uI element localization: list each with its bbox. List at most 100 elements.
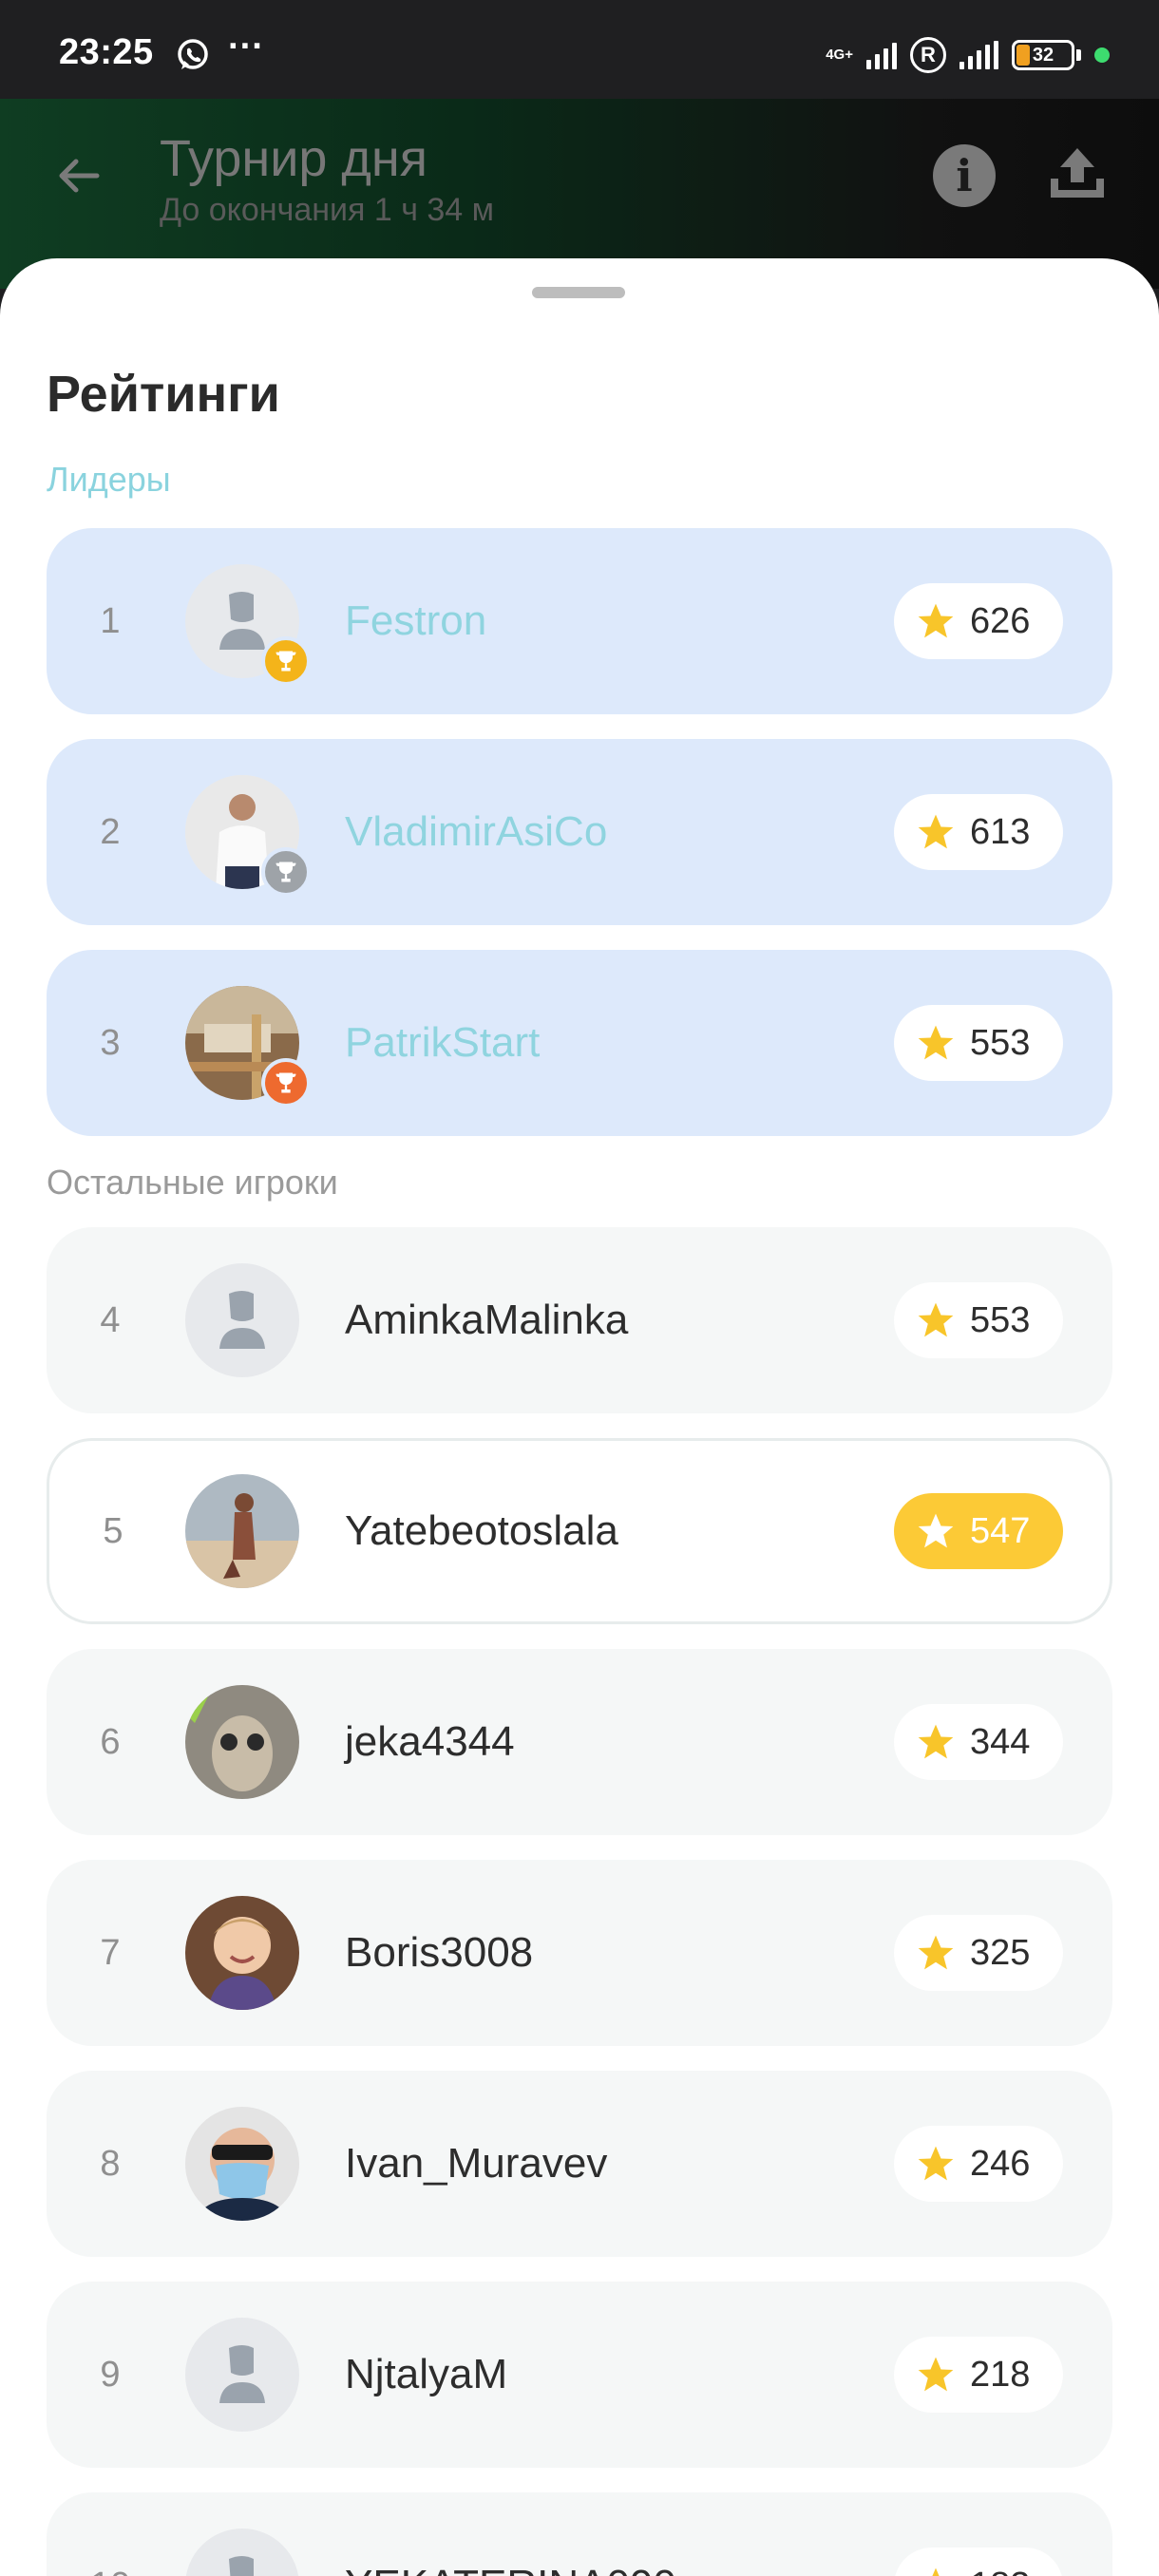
avatar xyxy=(185,1685,299,1799)
leaders-section-label: Лидеры xyxy=(47,460,171,499)
score-badge: 344 xyxy=(894,1704,1063,1780)
battery-level: 32 xyxy=(1032,44,1054,66)
network-type: 4G+ xyxy=(826,47,853,63)
rank-number: 2 xyxy=(100,812,121,852)
status-right-group: 4G+ R 32 xyxy=(826,34,1110,76)
score-badge: 553 xyxy=(894,1005,1063,1081)
avatar-photo xyxy=(185,1685,299,1799)
player-name: Ivan_Muravev xyxy=(345,2140,608,2187)
countdown-subtitle: До окончания 1 ч 34 м xyxy=(160,192,495,228)
star-icon xyxy=(918,1724,954,1759)
current-user-row[interactable]: 5 Yatebeotoslala 547 xyxy=(47,1438,1112,1624)
star-icon xyxy=(918,1025,954,1060)
silver-trophy-icon xyxy=(261,847,311,897)
whatsapp-icon xyxy=(178,39,208,69)
player-name: jeka4344 xyxy=(345,1718,515,1765)
score-value: 547 xyxy=(970,1510,1031,1551)
score-badge: 613 xyxy=(894,794,1063,870)
score-badge-highlighted: 547 xyxy=(894,1493,1063,1569)
player-name: PatrikStart xyxy=(345,1019,541,1066)
player-name: YEKATERINA090 xyxy=(345,2492,676,2576)
score-badge: 553 xyxy=(894,1282,1063,1358)
star-icon xyxy=(918,1935,954,1970)
score-value: 218 xyxy=(970,2354,1031,2395)
score-value: 553 xyxy=(970,1022,1031,1063)
player-row[interactable]: 9 NjtalyaM 218 xyxy=(47,2282,1112,2468)
rank-number: 5 xyxy=(103,1511,124,1551)
player-row[interactable]: 7 Boris3008 325 xyxy=(47,1860,1112,2046)
gold-trophy-icon xyxy=(261,636,311,686)
player-name: NjtalyaM xyxy=(345,2351,508,2397)
avatar xyxy=(185,1474,299,1588)
player-name: Yatebeotoslala xyxy=(345,1507,618,1554)
score-value: 325 xyxy=(970,1932,1031,1973)
score-value: 246 xyxy=(970,2143,1031,2184)
rank-number: 8 xyxy=(100,2144,121,2184)
back-arrow-icon[interactable] xyxy=(55,152,103,199)
status-bar: 23:25 ··· 4G+ R 32 xyxy=(0,0,1159,99)
star-icon xyxy=(932,2567,940,2576)
star-icon xyxy=(918,2146,954,2181)
avatar-photo xyxy=(185,2107,299,2221)
bronze-trophy-icon xyxy=(261,1058,311,1108)
score-value: 626 xyxy=(970,600,1031,641)
sheet-drag-handle[interactable] xyxy=(532,287,625,298)
player-name: VladimirAsiCo xyxy=(345,808,608,855)
score-value: 553 xyxy=(970,1299,1031,1340)
rank-number: 6 xyxy=(100,1722,121,1762)
leader-row[interactable]: 3 PatrikStart 553 xyxy=(47,950,1112,1136)
score-badge: 325 xyxy=(894,1915,1063,1991)
share-upload-icon[interactable] xyxy=(1045,141,1110,205)
rank-number: 10 xyxy=(85,2492,136,2576)
star-icon xyxy=(918,814,954,849)
leader-row[interactable]: 2 VladimirAsiCo 613 xyxy=(47,739,1112,925)
roaming-icon: R xyxy=(910,37,946,73)
player-row[interactable]: 6 jeka4344 344 xyxy=(47,1649,1112,1835)
player-row[interactable]: 8 Ivan_Muravev 246 xyxy=(47,2071,1112,2257)
avatar-placeholder xyxy=(185,2318,299,2432)
user-placeholder-icon xyxy=(229,2556,254,2576)
rank-number: 7 xyxy=(100,1933,121,1973)
user-placeholder-icon xyxy=(219,2345,265,2403)
player-name: Festron xyxy=(345,597,487,644)
avatar-photo xyxy=(185,1896,299,2010)
score-value: 344 xyxy=(970,1721,1031,1762)
rank-number: 4 xyxy=(100,1300,121,1340)
star-icon xyxy=(918,1513,954,1548)
status-time: 23:25 xyxy=(59,32,154,72)
rank-number: 3 xyxy=(100,1023,121,1063)
signal-icon xyxy=(866,41,897,69)
avatar-photo xyxy=(185,1474,299,1588)
avatar-placeholder xyxy=(185,2529,299,2576)
avatar xyxy=(185,1896,299,2010)
score-badge: 183 xyxy=(894,2548,1063,2576)
star-icon xyxy=(918,603,954,638)
score-value: 613 xyxy=(970,811,1031,852)
others-section-label: Остальные игроки xyxy=(47,1163,338,1202)
star-icon xyxy=(918,2357,954,2392)
player-name: AminkaMalinka xyxy=(345,1297,629,1343)
battery-tip xyxy=(1076,49,1081,61)
score-value: 183 xyxy=(970,2566,1030,2576)
rank-number: 1 xyxy=(100,601,121,641)
battery-icon: 32 xyxy=(1012,40,1074,70)
score-badge: 626 xyxy=(894,583,1063,659)
user-placeholder-icon xyxy=(219,1291,265,1349)
score-badge: 218 xyxy=(894,2337,1063,2413)
player-row[interactable]: 10 YEKATERINA090 183 xyxy=(47,2492,1112,2576)
avatar xyxy=(185,2107,299,2221)
status-more-dots: ··· xyxy=(228,27,264,66)
sheet-title: Рейтинги xyxy=(47,366,280,423)
avatar-placeholder xyxy=(185,1263,299,1377)
info-icon[interactable]: i xyxy=(933,144,996,207)
active-dot-icon xyxy=(1094,47,1110,63)
star-icon xyxy=(918,1302,954,1337)
rank-number: 9 xyxy=(100,2355,121,2395)
score-badge: 246 xyxy=(894,2126,1063,2202)
player-row[interactable]: 4 AminkaMalinka 553 xyxy=(47,1227,1112,1413)
ratings-sheet: Рейтинги Лидеры 1 Festron 626 2 Vladimir… xyxy=(0,258,1159,2576)
page-title: Турнир дня xyxy=(160,130,428,187)
player-name: Boris3008 xyxy=(345,1929,534,1976)
signal-icon-2 xyxy=(960,41,998,69)
leader-row[interactable]: 1 Festron 626 xyxy=(47,528,1112,714)
